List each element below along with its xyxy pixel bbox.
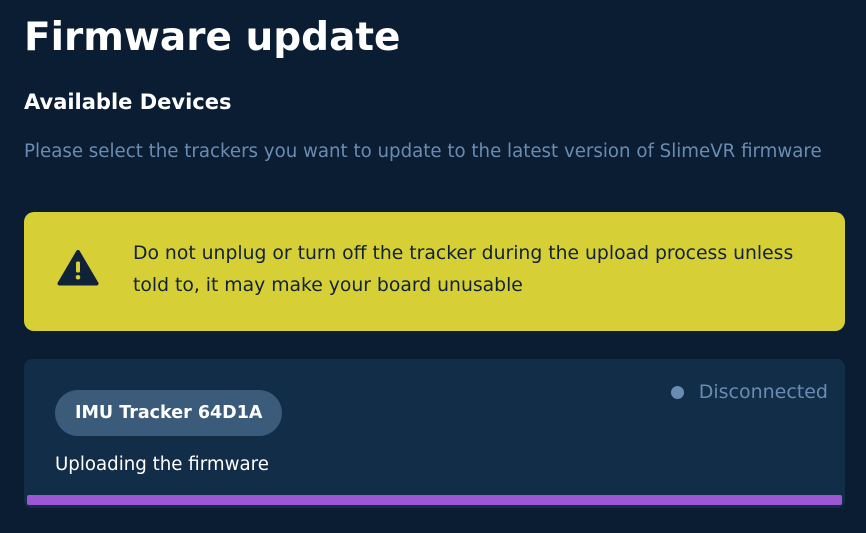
available-devices-heading: Available Devices xyxy=(24,90,232,114)
upload-status-text: Uploading the firmware xyxy=(55,454,269,475)
warning-triangle-icon xyxy=(57,250,99,286)
page-title: Firmware update xyxy=(24,15,401,60)
warning-text: Do not unplug or turn off the tracker du… xyxy=(133,243,794,296)
warning-banner: Do not unplug or turn off the tracker du… xyxy=(24,212,845,331)
upload-progress-bar xyxy=(27,495,842,505)
upload-progress-fill xyxy=(27,495,842,505)
device-name-badge: IMU Tracker 64D1A xyxy=(55,390,283,436)
status-dot-icon xyxy=(670,385,684,399)
device-card[interactable]: Disconnected IMU Tracker 64D1A Uploading… xyxy=(24,359,845,508)
page-description: Please select the trackers you want to u… xyxy=(24,141,822,162)
connection-status-label: Disconnected xyxy=(698,381,828,403)
connection-status: Disconnected xyxy=(670,378,828,406)
